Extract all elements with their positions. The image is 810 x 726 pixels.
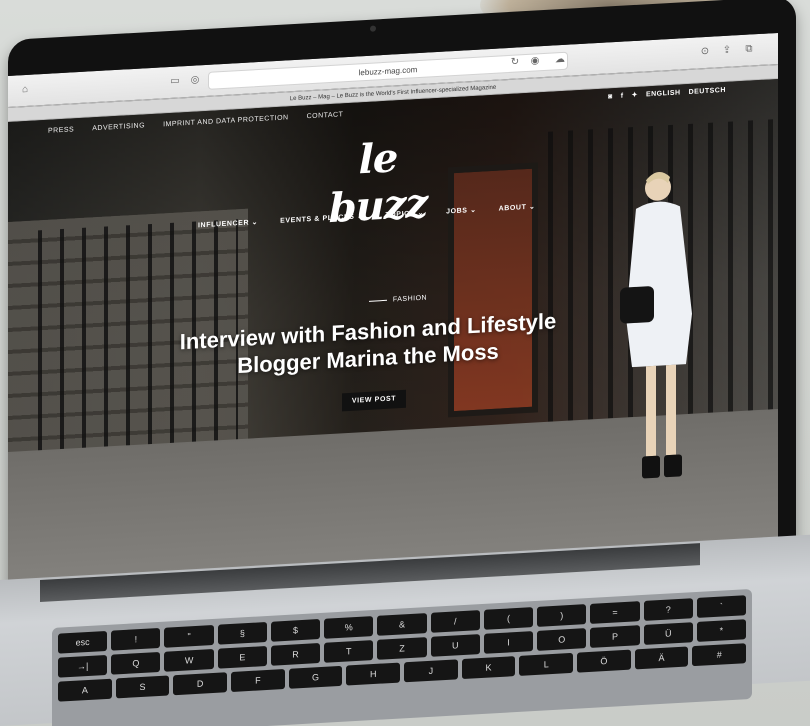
blogger-photo: [620, 172, 692, 479]
chevron-down-icon: ⌄: [417, 209, 425, 218]
key[interactable]: U: [430, 634, 480, 657]
key[interactable]: $: [270, 619, 321, 642]
nav-press[interactable]: PRESS: [48, 126, 74, 134]
key[interactable]: L: [519, 652, 574, 676]
key[interactable]: G: [288, 665, 343, 689]
share-icon[interactable]: ⇪: [720, 43, 734, 58]
key[interactable]: !: [111, 627, 161, 651]
shield-icon[interactable]: ◎: [188, 73, 202, 88]
nav-advertising[interactable]: ADVERTISING: [92, 122, 145, 132]
key[interactable]: /: [430, 610, 480, 633]
key[interactable]: A: [58, 678, 112, 702]
chevron-down-icon: ⌄: [251, 219, 259, 227]
instagram-icon[interactable]: ◙: [608, 93, 613, 100]
key[interactable]: ): [537, 604, 587, 627]
post-category[interactable]: FASHION: [338, 293, 458, 307]
extension-icon[interactable]: ◉: [528, 54, 542, 69]
key[interactable]: Ö: [577, 649, 631, 673]
key[interactable]: →|: [58, 654, 108, 678]
key[interactable]: =: [590, 601, 640, 624]
key[interactable]: F: [231, 668, 285, 692]
key[interactable]: ?: [643, 598, 693, 621]
key[interactable]: Ü: [643, 622, 693, 645]
nav-jobs[interactable]: JOBS ⌄: [446, 206, 476, 216]
language-deutsch[interactable]: DEUTSCH: [689, 86, 726, 95]
key[interactable]: `: [696, 595, 747, 618]
key[interactable]: R: [270, 643, 321, 666]
key[interactable]: S: [115, 675, 170, 699]
key[interactable]: esc: [58, 630, 108, 654]
reload-icon[interactable]: ↻: [508, 55, 522, 70]
key[interactable]: #: [692, 643, 747, 667]
key[interactable]: ": [164, 624, 214, 648]
key[interactable]: J: [404, 659, 458, 683]
key[interactable]: K: [461, 656, 516, 680]
view-post-button[interactable]: VIEW POST: [342, 389, 406, 412]
home-icon[interactable]: ⌂: [18, 83, 32, 98]
twitter-icon[interactable]: ✦: [632, 91, 638, 99]
key[interactable]: W: [164, 648, 214, 672]
key[interactable]: H: [346, 662, 401, 686]
key[interactable]: E: [217, 645, 267, 669]
tabs-icon[interactable]: ⧉: [742, 42, 756, 57]
key[interactable]: *: [696, 619, 747, 642]
language-english[interactable]: ENGLISH: [646, 89, 681, 98]
key[interactable]: D: [173, 672, 228, 696]
key[interactable]: Q: [111, 651, 161, 675]
cloud-icon[interactable]: ☁: [553, 53, 567, 68]
chevron-down-icon: ⌄: [470, 206, 477, 215]
key[interactable]: §: [217, 621, 267, 645]
facebook-icon[interactable]: f: [621, 92, 624, 99]
key[interactable]: I: [483, 631, 534, 654]
chevron-down-icon: ⌄: [529, 203, 536, 211]
door-photo-element: [448, 162, 538, 418]
key[interactable]: Z: [377, 637, 427, 660]
laptop-screen: ⌂ ▭ ◎ lebuzz-mag.com ↻ ◉ ☁ ⊙ ⇪ ⧉ Le Buzz…: [8, 32, 778, 626]
webcam-icon: [370, 25, 376, 32]
language-switcher: ◙ f ✦ ENGLISH DEUTSCH: [608, 86, 726, 101]
key[interactable]: (: [483, 607, 534, 630]
key[interactable]: T: [324, 640, 374, 663]
key[interactable]: Ä: [634, 646, 689, 670]
chevron-down-icon: ⌄: [357, 213, 364, 221]
key[interactable]: &: [377, 613, 427, 636]
download-icon[interactable]: ⊙: [698, 45, 712, 60]
key[interactable]: %: [324, 616, 374, 639]
nav-contact[interactable]: CONTACT: [307, 111, 344, 120]
sidebar-icon[interactable]: ▭: [168, 74, 182, 89]
key[interactable]: P: [590, 625, 640, 648]
key[interactable]: O: [537, 628, 587, 651]
nav-imprint[interactable]: IMPRINT AND DATA PROTECTION: [163, 114, 289, 128]
